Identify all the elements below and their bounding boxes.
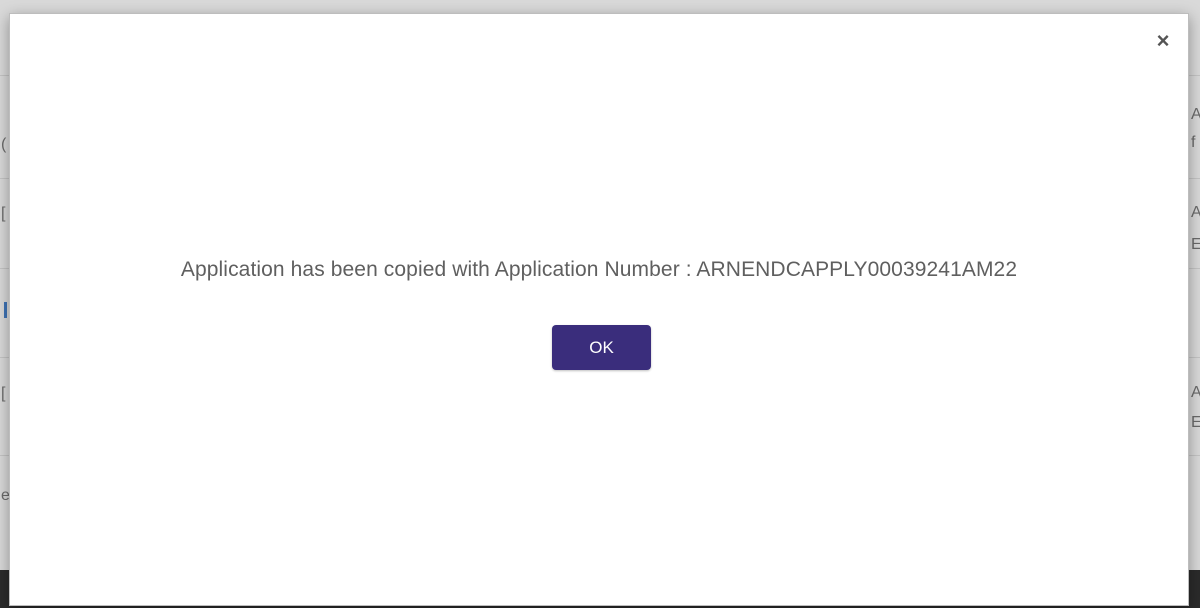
background-text-fragment: [	[1, 385, 6, 402]
background-link-accent	[4, 302, 7, 318]
background-text-fragment: A	[1191, 106, 1200, 123]
ok-button[interactable]: OK	[552, 325, 651, 370]
confirmation-dialog: × Application has been copied with Appli…	[9, 13, 1189, 606]
background-text-fragment: E	[1191, 236, 1200, 253]
background-text-fragment: (	[1, 136, 7, 153]
background-text-fragment: E	[1191, 414, 1200, 431]
background-text-fragment: A	[1191, 384, 1200, 401]
background-text-fragment: f	[1191, 134, 1196, 151]
background-text-fragment: A	[1191, 204, 1200, 221]
dialog-message: Application has been copied with Applica…	[180, 258, 1018, 281]
background-text-fragment: [	[1, 205, 6, 222]
close-icon[interactable]: ×	[1152, 30, 1174, 52]
